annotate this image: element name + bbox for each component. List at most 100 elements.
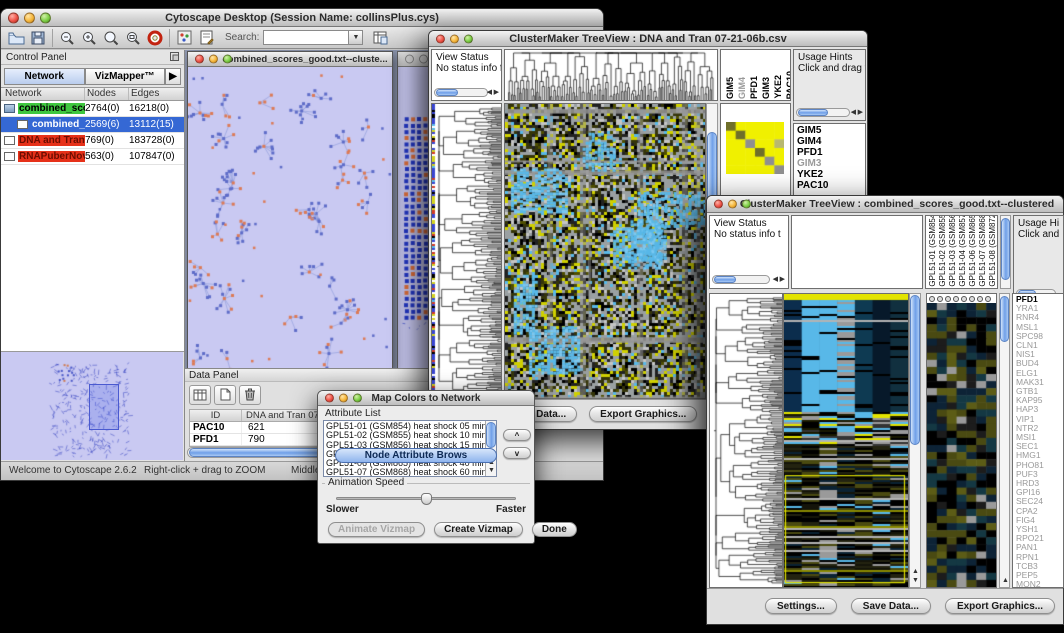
close-icon[interactable] [8,12,19,23]
scroll-up-icon[interactable]: ▲ [1002,577,1009,584]
scroll-left-icon[interactable]: ◀ [851,109,856,116]
zoom-view-panel[interactable] [926,293,997,588]
close-icon[interactable] [325,394,334,403]
gene-label[interactable]: YKE2 [797,169,865,180]
scroll-down-icon[interactable]: ▼ [488,467,495,474]
open-folder-icon[interactable] [5,28,27,48]
network-window-titlebar[interactable]: combined_scores_good.txt--cluste... [188,52,392,67]
new-document-icon[interactable] [214,385,236,405]
heatmap-canvas[interactable] [784,294,908,587]
scroll-up-icon[interactable]: ▲ [912,568,919,575]
save-icon[interactable] [27,28,49,48]
zoom-out-icon[interactable] [56,28,78,48]
usage-hints-hscrollbar[interactable] [796,108,850,117]
treeview-button[interactable]: Settings... [765,598,837,614]
view-status-hscrollbar[interactable] [712,275,770,284]
zoom-heatmap-canvas[interactable] [927,303,996,587]
row-dendrogram-canvas[interactable] [710,294,782,587]
column-label[interactable]: YKE2 [773,75,783,99]
row-dendrogram-panel[interactable] [709,293,783,588]
scroll-down-icon[interactable]: ▼ [912,577,919,584]
column-label[interactable]: GIM3 [761,77,771,99]
animation-speed-slider[interactable] [336,497,516,500]
move-down-button[interactable]: v [503,447,531,459]
network-row[interactable]: combined_scores_ 2764(0) 16218(0) [1,101,184,117]
minimize-icon[interactable] [728,200,737,209]
column-label[interactable]: GPL51-08 (GSM872) [988,215,997,287]
column-label[interactable]: GIM4 [737,77,747,99]
zoom-window-icon[interactable] [353,394,362,403]
column-label[interactable]: GPL51-03 (GSM856) [948,215,957,287]
zoom-window-icon[interactable] [742,200,751,209]
column-network[interactable]: Network [1,88,85,100]
scroll-left-icon[interactable]: ◀ [773,276,778,283]
scroll-right-icon[interactable]: ▶ [858,109,863,116]
annotation-icon[interactable] [195,28,217,48]
gene-label[interactable]: GIM3 [797,158,865,169]
heatmap-panel[interactable] [504,103,706,399]
column-label[interactable]: GPL51-07 (GSM868) [978,215,987,287]
heatmap-panel[interactable] [783,293,909,588]
column-nodes[interactable]: Nodes [85,88,129,100]
column-label[interactable]: GPL51-04 (GSM857) [958,215,967,287]
heatmap-canvas[interactable] [505,104,705,398]
column-dendrogram-panel[interactable] [504,49,718,101]
gene-list-vscrollbar[interactable]: ▲ [999,293,1010,588]
move-up-button[interactable]: ^ [503,429,531,441]
treeview-button[interactable]: Export Graphics... [589,406,697,422]
minimize-icon[interactable] [339,394,348,403]
zoom-fit-icon[interactable] [100,28,122,48]
dialog-button[interactable]: Animate Vizmap [328,522,425,537]
zoom-in-icon[interactable] [78,28,100,48]
main-titlebar[interactable]: Cytoscape Desktop (Session Name: collins… [1,9,603,27]
trash-icon[interactable] [239,385,261,405]
correlation-matrix-canvas[interactable] [726,122,784,174]
snapshot-icon[interactable] [173,28,195,48]
dialog-button[interactable]: Done [532,522,577,537]
treeview2-titlebar[interactable]: ClusterMaker TreeView : combined_scores_… [707,196,1063,213]
close-icon[interactable] [405,55,414,64]
column-dendrogram-canvas[interactable] [505,50,717,100]
attribute-table-icon[interactable] [369,28,391,48]
control-panel-tab[interactable]: ▶ [165,68,181,85]
scroll-right-icon[interactable]: ▶ [494,89,499,96]
node-attribute-browser-tab[interactable]: Node Attribute Brows [335,448,497,463]
column-label[interactable]: GPL51-02 (GSM855) [938,215,947,287]
control-panel-tab[interactable]: VizMapper™ [85,68,166,85]
help-lifesaver-icon[interactable] [144,28,166,48]
column-label[interactable]: GPL51-01 (GSM854) [928,215,937,287]
gene-label[interactable]: MON2 [1016,580,1063,588]
network-row[interactable]: combined_sco 2569(6) 13112(15) [1,117,184,133]
dialog-button[interactable]: Create Vizmap [434,522,523,537]
scroll-right-icon[interactable]: ▶ [780,276,785,283]
gene-label[interactable]: PFD1 [797,147,865,158]
scroll-left-icon[interactable]: ◀ [487,89,492,96]
network-row[interactable]: DNA and Tran 07 769(0) 183728(0) [1,133,184,149]
minimize-icon[interactable] [24,12,35,23]
float-panel-icon[interactable] [170,48,179,66]
gene-label[interactable]: GIM4 [797,136,865,147]
minimize-icon[interactable] [450,34,459,43]
network-view-canvas[interactable] [188,67,392,370]
gene-label[interactable]: PAC10 [797,180,865,191]
zoom-window-icon[interactable] [464,34,473,43]
close-icon[interactable] [714,200,723,209]
minimize-icon[interactable] [419,55,428,64]
minimize-icon[interactable] [209,55,218,64]
column-label[interactable]: PAC10 [785,71,791,99]
row-dendrogram-panel[interactable] [431,103,502,399]
overview-viewport-rect[interactable] [89,384,119,430]
gene-label[interactable]: GIM5 [797,125,865,136]
control-panel-tab[interactable]: Network [4,68,85,85]
column-label[interactable]: GIM5 [725,77,735,99]
view-status-hscrollbar[interactable] [434,88,488,97]
column-edges[interactable]: Edges [129,88,184,100]
zoom-window-icon[interactable] [223,55,232,64]
treeview-button[interactable]: Save Data... [851,598,931,614]
column-label[interactable]: GPL51-06 (GSM865) [968,215,977,287]
window-controls[interactable] [8,12,51,23]
zoom-window-icon[interactable] [40,12,51,23]
table-icon[interactable] [189,385,211,405]
id-column-header[interactable]: ID [190,410,242,421]
heatmap-vscrollbar[interactable]: ▲ ▼ [909,293,921,588]
